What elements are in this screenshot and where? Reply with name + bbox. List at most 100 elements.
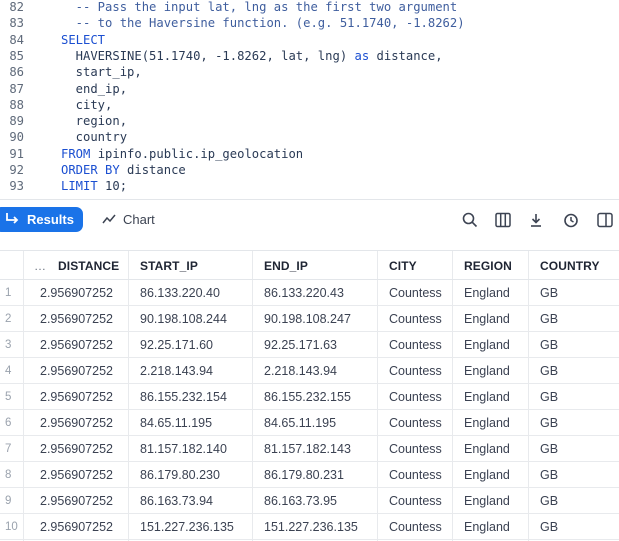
cell-country[interactable]: GB bbox=[540, 306, 558, 331]
table-row[interactable]: 10 2.956907252 151.227.236.135 151.227.236.… bbox=[0, 514, 619, 540]
cell-region[interactable]: England bbox=[464, 384, 510, 409]
cell-region[interactable]: England bbox=[464, 306, 510, 331]
line-number: 92 bbox=[9, 163, 24, 177]
columns-icon[interactable] bbox=[494, 211, 512, 229]
column-header-distance[interactable]: DISTANCE bbox=[58, 251, 119, 280]
cell-city[interactable]: Countess bbox=[389, 436, 442, 461]
cell-country[interactable]: GB bbox=[540, 358, 558, 383]
code-text: LIMIT 10; bbox=[61, 178, 127, 194]
cell-start-ip[interactable]: 84.65.11.195 bbox=[140, 410, 212, 435]
panel-icon[interactable] bbox=[596, 211, 614, 229]
table-row[interactable]: 1 2.956907252 86.133.220.40 86.133.220.43 Co… bbox=[0, 280, 619, 306]
cell-region[interactable]: England bbox=[464, 514, 510, 539]
table-row[interactable]: 9 2.956907252 86.163.73.94 86.163.73.95 Coun… bbox=[0, 488, 619, 514]
cell-city[interactable]: Countess bbox=[389, 332, 442, 357]
cell-country[interactable]: GB bbox=[540, 332, 558, 357]
cell-region[interactable]: England bbox=[464, 332, 510, 357]
table-row[interactable]: 6 2.956907252 84.65.11.195 84.65.11.195 Coun… bbox=[0, 410, 619, 436]
cell-distance[interactable]: 2.956907252 bbox=[40, 514, 113, 539]
line-number: 83 bbox=[9, 16, 24, 31]
cell-distance[interactable]: 2.956907252 bbox=[40, 280, 113, 305]
table-row[interactable]: 2 2.956907252 90.198.108.244 90.198.108.247… bbox=[0, 306, 619, 332]
line-number: 88 bbox=[9, 97, 24, 112]
cell-country[interactable]: GB bbox=[540, 410, 558, 435]
cell-region[interactable]: England bbox=[464, 488, 510, 513]
cell-distance[interactable]: 2.956907252 bbox=[40, 358, 113, 383]
download-icon[interactable] bbox=[527, 211, 545, 229]
cell-start-ip[interactable]: 81.157.182.140 bbox=[140, 436, 227, 461]
cell-distance[interactable]: 2.956907252 bbox=[40, 436, 113, 461]
cell-distance[interactable]: 2.956907252 bbox=[40, 462, 113, 487]
cell-distance[interactable]: 2.956907252 bbox=[40, 332, 113, 357]
code-token: FROM bbox=[61, 146, 91, 161]
sql-editor[interactable]: 82 -- Pass the input lat, lng as the fir… bbox=[0, 0, 619, 198]
history-icon[interactable] bbox=[562, 211, 580, 229]
line-number: 82 bbox=[9, 0, 24, 14]
search-icon[interactable] bbox=[461, 211, 479, 229]
cell-start-ip[interactable]: 2.218.143.94 bbox=[140, 358, 213, 383]
cell-country[interactable]: GB bbox=[540, 384, 558, 409]
cell-end-ip[interactable]: 92.25.171.63 bbox=[264, 332, 337, 357]
cell-start-ip[interactable]: 86.163.73.94 bbox=[140, 488, 213, 513]
line-number: 91 bbox=[9, 146, 24, 161]
cell-city[interactable]: Countess bbox=[389, 514, 442, 539]
row-number: 6 bbox=[5, 417, 12, 429]
column-header-region[interactable]: REGION bbox=[464, 251, 512, 280]
tab-results[interactable]: Results bbox=[0, 207, 83, 232]
column-header-country[interactable]: COUNTRY bbox=[540, 251, 600, 280]
cell-city[interactable]: Countess bbox=[389, 358, 442, 383]
cell-city[interactable]: Countess bbox=[389, 384, 442, 409]
cell-start-ip[interactable]: 86.155.232.154 bbox=[140, 384, 227, 409]
cell-country[interactable]: GB bbox=[540, 436, 558, 461]
cell-start-ip[interactable]: 86.133.220.40 bbox=[140, 280, 220, 305]
cell-end-ip[interactable]: 90.198.108.247 bbox=[264, 306, 351, 331]
cell-end-ip[interactable]: 151.227.236.135 bbox=[264, 514, 358, 539]
code-token: ipinfo.public.ip_geolocation bbox=[90, 146, 304, 161]
cell-distance[interactable]: 2.956907252 bbox=[40, 488, 113, 513]
table-header: … DISTANCE START_IP END_IP CITY REGION C… bbox=[0, 250, 619, 280]
row-number: 1 bbox=[5, 287, 12, 299]
cell-distance[interactable]: 2.956907252 bbox=[40, 306, 113, 331]
code-text: city, bbox=[61, 97, 113, 113]
cell-end-ip[interactable]: 84.65.11.195 bbox=[264, 410, 336, 435]
cell-end-ip[interactable]: 86.133.220.43 bbox=[264, 280, 344, 305]
code-token: HAVERSINE(51.1740, -1.8262, lat, lng) bbox=[61, 48, 355, 63]
cell-region[interactable]: England bbox=[464, 410, 510, 435]
table-row[interactable]: 8 2.956907252 86.179.80.230 86.179.80.231 Co… bbox=[0, 462, 619, 488]
cell-distance[interactable]: 2.956907252 bbox=[40, 384, 113, 409]
table-row[interactable]: 4 2.956907252 2.218.143.94 2.218.143.94 Coun… bbox=[0, 358, 619, 384]
cell-country[interactable]: GB bbox=[540, 514, 558, 539]
cell-end-ip[interactable]: 81.157.182.143 bbox=[264, 436, 351, 461]
code-token: distance, bbox=[369, 48, 443, 63]
cell-city[interactable]: Countess bbox=[389, 462, 442, 487]
cell-city[interactable]: Countess bbox=[389, 410, 442, 435]
column-header-end-ip[interactable]: END_IP bbox=[264, 251, 308, 280]
column-menu-icon[interactable]: … bbox=[34, 251, 46, 280]
table-row[interactable]: 5 2.956907252 86.155.232.154 86.155.232.155… bbox=[0, 384, 619, 410]
column-header-start-ip[interactable]: START_IP bbox=[140, 251, 198, 280]
cell-start-ip[interactable]: 92.25.171.60 bbox=[140, 332, 213, 357]
table-row[interactable]: 7 2.956907252 81.157.182.140 81.157.182.143… bbox=[0, 436, 619, 462]
cell-start-ip[interactable]: 90.198.108.244 bbox=[140, 306, 227, 331]
cell-country[interactable]: GB bbox=[540, 462, 558, 487]
cell-city[interactable]: Countess bbox=[389, 488, 442, 513]
row-number: 8 bbox=[5, 469, 12, 481]
cell-country[interactable]: GB bbox=[540, 280, 558, 305]
cell-start-ip[interactable]: 151.227.236.135 bbox=[140, 514, 234, 539]
table-row[interactable]: 3 2.956907252 92.25.171.60 92.25.171.63 Coun… bbox=[0, 332, 619, 358]
code-token: LIMIT bbox=[61, 179, 98, 194]
cell-country[interactable]: GB bbox=[540, 488, 558, 513]
cell-city[interactable]: Countess bbox=[389, 280, 442, 305]
cell-region[interactable]: England bbox=[464, 280, 510, 305]
cell-city[interactable]: Countess bbox=[389, 306, 442, 331]
cell-end-ip[interactable]: 86.155.232.155 bbox=[264, 384, 351, 409]
cell-distance[interactable]: 2.956907252 bbox=[40, 410, 113, 435]
cell-end-ip[interactable]: 2.218.143.94 bbox=[264, 358, 337, 383]
cell-region[interactable]: England bbox=[464, 358, 510, 383]
cell-start-ip[interactable]: 86.179.80.230 bbox=[140, 462, 220, 487]
cell-region[interactable]: England bbox=[464, 462, 510, 487]
column-header-city[interactable]: CITY bbox=[389, 251, 417, 280]
cell-end-ip[interactable]: 86.179.80.231 bbox=[264, 462, 344, 487]
cell-end-ip[interactable]: 86.163.73.95 bbox=[264, 488, 337, 513]
cell-region[interactable]: England bbox=[464, 436, 510, 461]
